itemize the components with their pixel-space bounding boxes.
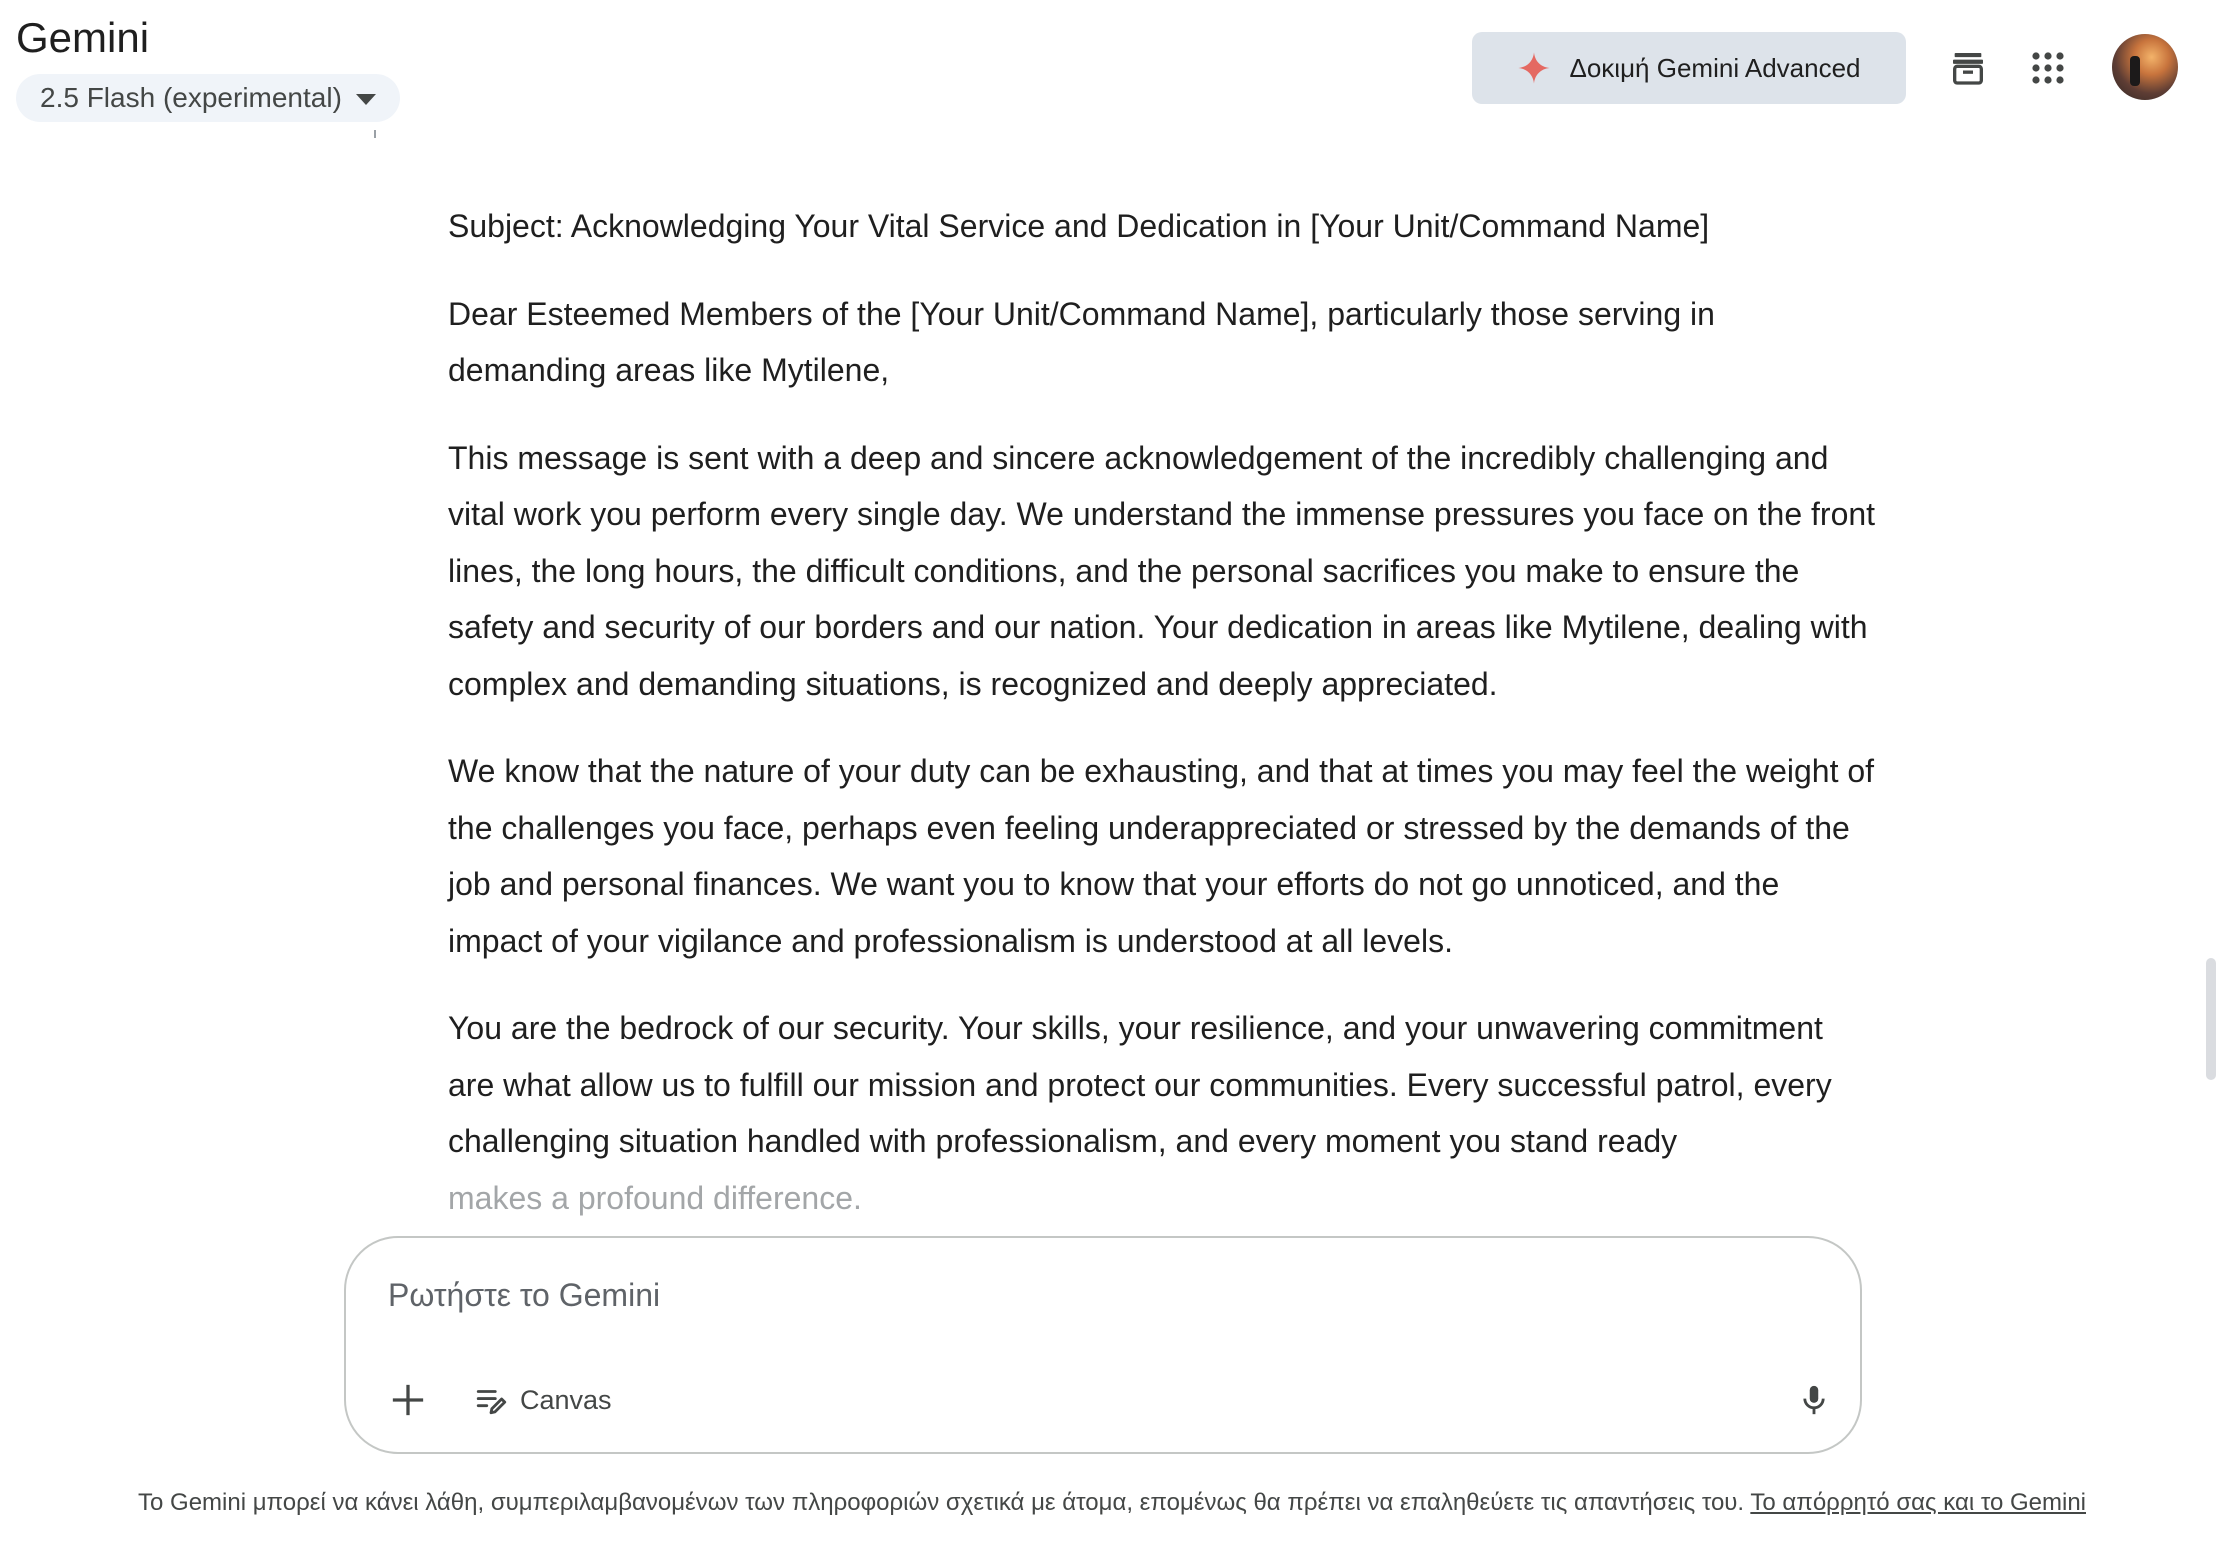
- scroll-indicator-mark: [374, 130, 376, 138]
- message-paragraph: Subject: Acknowledging Your Vital Servic…: [448, 208, 1710, 244]
- microphone-icon: [1803, 1385, 1825, 1415]
- scrollbar-thumb[interactable]: [2206, 958, 2216, 1080]
- response-message: Subject: Acknowledging Your Vital Servic…: [448, 198, 1878, 1257]
- prompt-box: Canvas: [344, 1236, 1862, 1454]
- model-selector[interactable]: 2.5 Flash (experimental): [16, 74, 400, 122]
- google-apps-button[interactable]: [2020, 40, 2076, 96]
- microphone-button[interactable]: [1786, 1372, 1842, 1428]
- canvas-label: Canvas: [520, 1384, 612, 1415]
- avatar[interactable]: [2112, 34, 2178, 100]
- message-paragraph: Dear Esteemed Members of the [Your Unit/…: [448, 295, 1715, 389]
- gemini-app: Gemini 2.5 Flash (experimental) Δοκιμή G…: [0, 0, 2224, 1551]
- add-button[interactable]: [380, 1372, 436, 1428]
- caret-down-icon: [355, 94, 376, 105]
- sparkle-icon: [1518, 52, 1551, 84]
- disclaimer-text: Το Gemini μπορεί να κάνει λάθη, συμπεριλ…: [138, 1489, 1745, 1516]
- privacy-link[interactable]: Το απόρρητό σας και το Gemini: [1750, 1489, 2086, 1516]
- model-selector-label: 2.5 Flash (experimental): [40, 82, 342, 113]
- canvas-button[interactable]: Canvas: [474, 1372, 612, 1428]
- message-faded-line: makes a profound difference.: [448, 1179, 862, 1216]
- message-paragraph: We know that the nature of your duty can…: [448, 753, 1875, 959]
- app-title: Gemini: [16, 14, 150, 61]
- avatar-figure: [2130, 56, 2140, 86]
- canvas-edit-icon: [476, 1390, 507, 1415]
- try-gemini-advanced-button[interactable]: Δοκιμή Gemini Advanced: [1472, 32, 1906, 104]
- archive-button[interactable]: [1940, 40, 1996, 96]
- try-gemini-advanced-label: Δοκιμή Gemini Advanced: [1569, 52, 1861, 83]
- disclaimer: Το Gemini μπορεί να κάνει λάθη, συμπεριλ…: [0, 1486, 2224, 1520]
- message-paragraph: This message is sent with a deep and sin…: [448, 439, 1876, 702]
- message-paragraph: You are the bedrock of our security. You…: [448, 1010, 1832, 1159]
- prompt-input[interactable]: [386, 1272, 1790, 1318]
- apps-grid-icon: [2032, 52, 2064, 84]
- plus-icon: [392, 1384, 424, 1416]
- archive-icon: [1953, 53, 1983, 85]
